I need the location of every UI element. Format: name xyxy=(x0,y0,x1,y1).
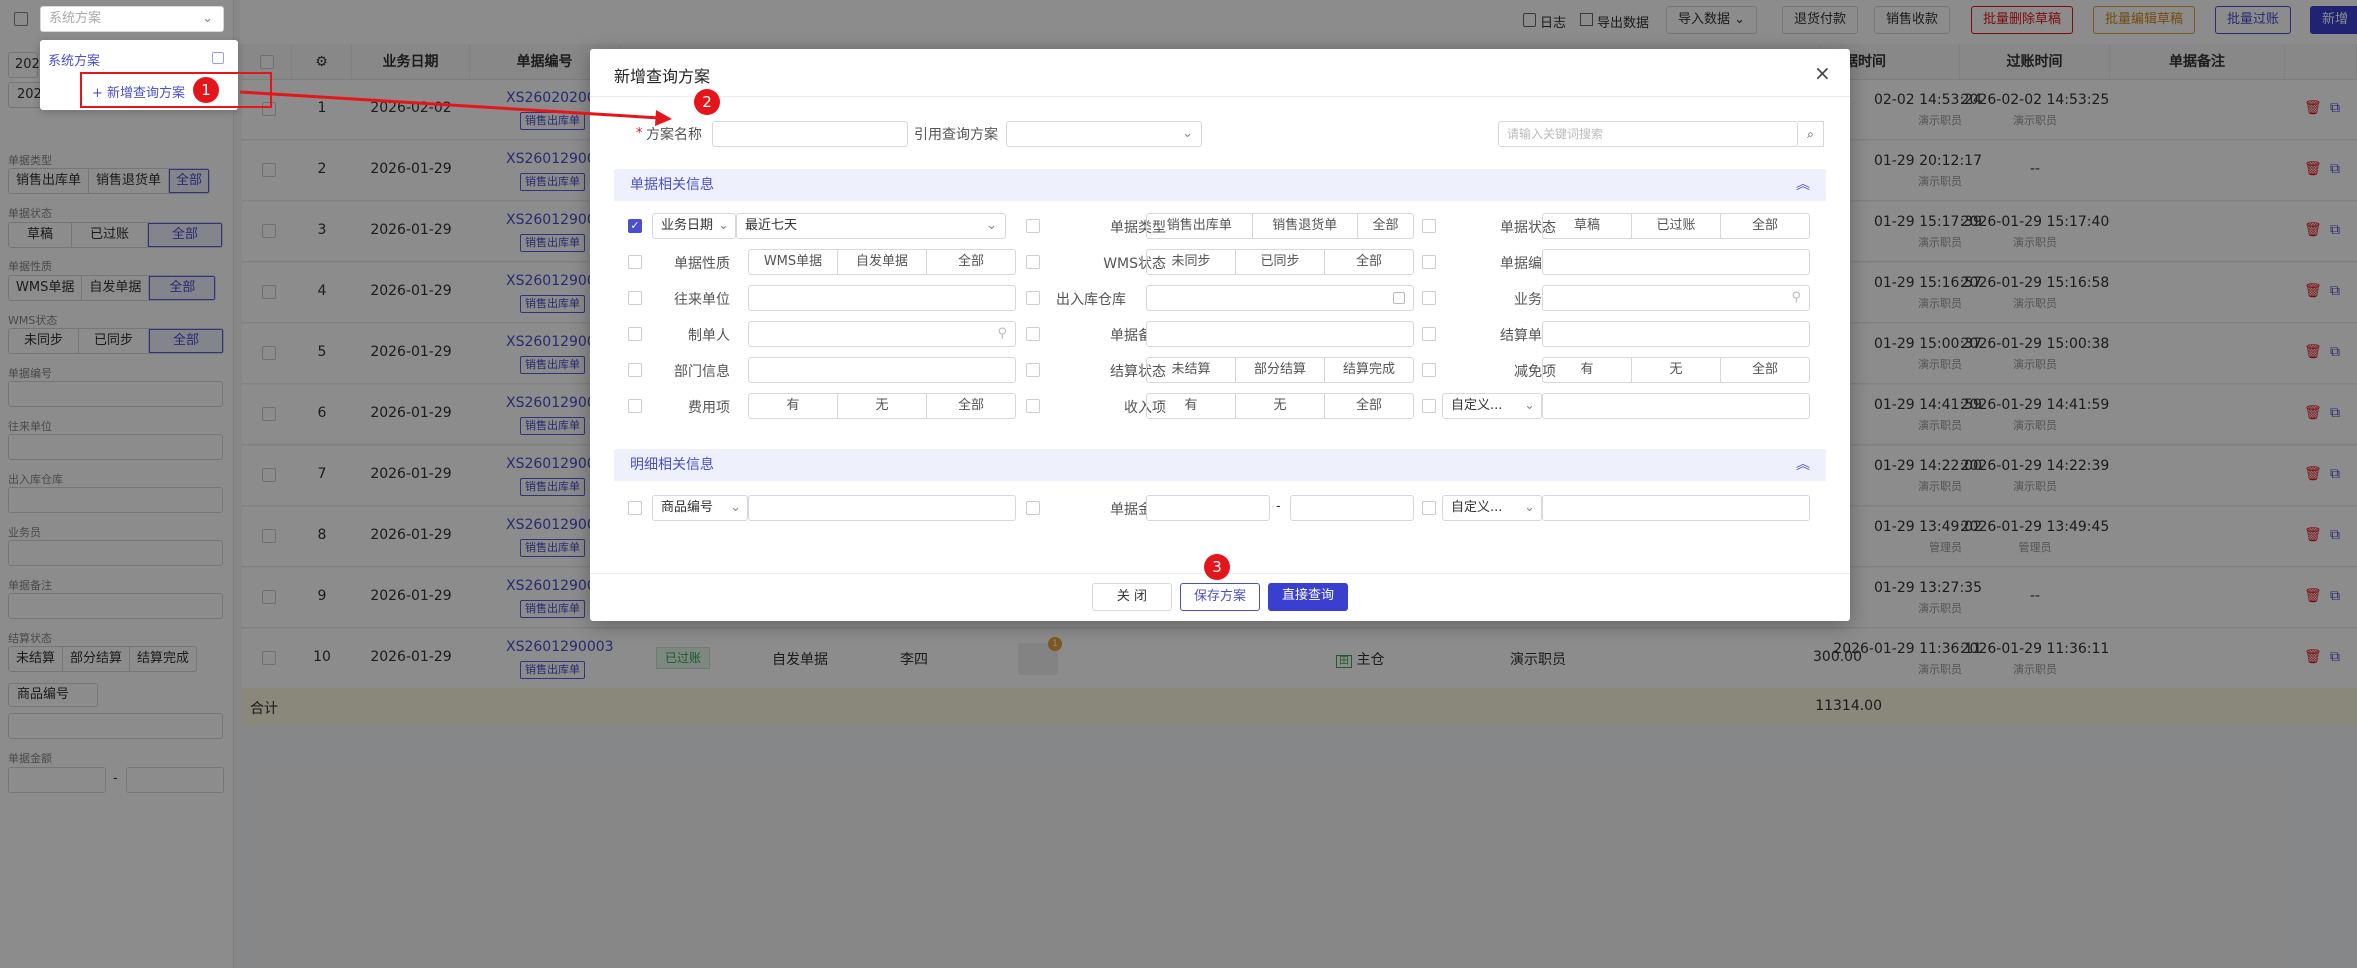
step-badge-3: 3 xyxy=(1204,554,1230,580)
annotation-arrow xyxy=(239,90,661,120)
annotation-layer xyxy=(239,90,672,126)
arrow-head xyxy=(655,110,672,126)
step-badge-2: 2 xyxy=(694,89,720,115)
step-badge-1: 1 xyxy=(193,77,219,103)
